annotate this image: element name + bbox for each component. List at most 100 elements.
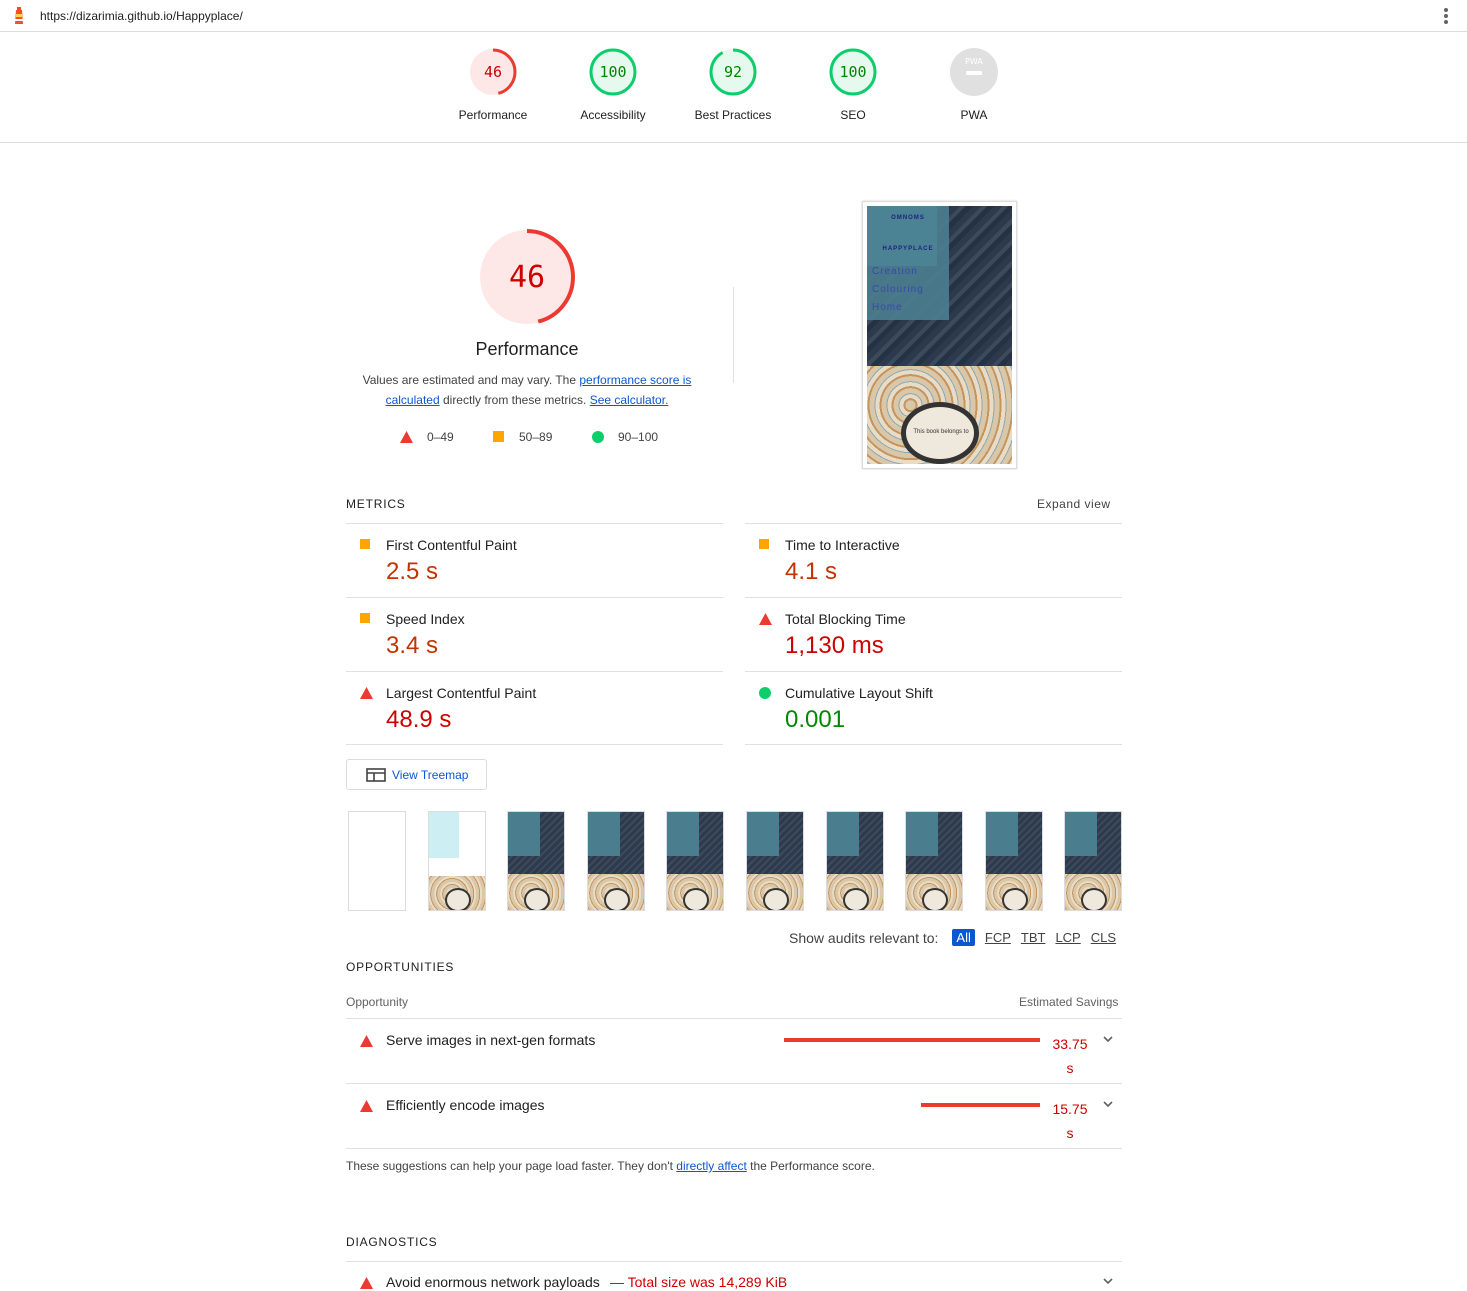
savings-value: 15.75 s <box>1052 1101 1088 1141</box>
filter-chip-cls[interactable]: CLS <box>1091 930 1116 945</box>
screenshot-nav-colouring: Colouring <box>872 284 924 295</box>
performance-score: 46 <box>509 260 545 295</box>
metric-fcp-value: 2.5 s <box>386 558 439 585</box>
diagnostic-label: Avoid enormous network payloads <box>386 1274 600 1290</box>
metric-tti-label: Time to Interactive <box>785 537 900 553</box>
metric-si-label: Speed Index <box>386 611 465 627</box>
filter-chip-lcp[interactable]: LCP <box>1055 930 1080 945</box>
gauge-accessibility-score: 100 <box>599 63 626 81</box>
opportunities-divider <box>346 1148 1122 1149</box>
performance-title: Performance <box>475 339 579 359</box>
filmstrip-frame-4[interactable] <box>587 811 645 911</box>
gauge-best-practices-label: Best Practices <box>694 108 772 122</box>
filmstrip-frame-2[interactable] <box>428 811 486 911</box>
opportunity-row[interactable]: Efficiently encode images 15.75 s <box>346 1083 1122 1148</box>
square-average-icon <box>759 539 769 549</box>
gauge-accessibility[interactable]: 100 Accessibility <box>558 47 668 122</box>
screenshot-nav-home: Home <box>872 302 903 313</box>
metric-cls: Cumulative Layout Shift 0.001 <box>745 671 1122 745</box>
triangle-fail-icon <box>759 613 772 625</box>
filmstrip-frame-10[interactable] <box>1064 811 1122 911</box>
gauge-accessibility-ring: 100 <box>589 48 637 96</box>
opportunities-title: OPPORTUNITIES <box>346 960 455 974</box>
diagnostic-row[interactable]: Avoid enormous network payloads — Total … <box>346 1261 1122 1291</box>
gauge-seo-ring: 100 <box>829 48 877 96</box>
filter-chip-tbt[interactable]: TBT <box>1021 930 1046 945</box>
more-options-icon[interactable] <box>1443 8 1449 24</box>
screenshot-nav-omnoms: OMNOMS <box>891 215 925 221</box>
savings-value: 33.75 s <box>1052 1036 1088 1076</box>
desc-mid: directly from these metrics. <box>439 393 590 407</box>
directly-affect-link[interactable]: directly affect <box>676 1159 746 1173</box>
filmstrip-frame-3[interactable] <box>507 811 565 911</box>
triangle-fail-icon <box>360 1100 373 1112</box>
legend-average-label: 50–89 <box>519 430 553 444</box>
opportunity-label: Efficiently encode images <box>386 1097 545 1113</box>
legend-pass: 90–100 <box>592 430 658 444</box>
summary-divider <box>733 287 734 383</box>
filmstrip-frame-5[interactable] <box>666 811 724 911</box>
pwa-badge-icon: PWA <box>950 48 998 96</box>
desc-prefix: Values are estimated and may vary. The <box>362 373 580 387</box>
metric-tbt: Total Blocking Time 1,130 ms <box>745 597 1122 671</box>
gauge-best-practices[interactable]: 92 Best Practices <box>678 47 788 122</box>
metric-tbt-label: Total Blocking Time <box>785 611 906 627</box>
filmstrip-frame-6[interactable] <box>746 811 804 911</box>
see-calculator-link[interactable]: See calculator. <box>590 393 669 407</box>
gauge-performance-label: Performance <box>458 108 528 122</box>
performance-description: Values are estimated and may vary. The p… <box>346 370 708 410</box>
pwa-badge-text: PWA <box>965 57 983 66</box>
filter-chip-all[interactable]: All <box>952 929 975 946</box>
metrics-divider <box>745 744 1122 745</box>
gauge-best-practices-score: 92 <box>724 63 742 81</box>
gauge-performance[interactable]: 46 Performance <box>438 47 548 122</box>
metrics-title: METRICS <box>346 497 406 511</box>
filter-chip-fcp[interactable]: FCP <box>985 930 1011 945</box>
filmstrip-frame-8[interactable] <box>905 811 963 911</box>
expand-view-toggle[interactable]: Expand view <box>1037 497 1111 511</box>
chevron-down-icon[interactable] <box>1102 1035 1114 1043</box>
savings-column-header: Estimated Savings <box>1019 995 1119 1009</box>
triangle-fail-icon <box>360 687 373 699</box>
chevron-down-icon[interactable] <box>1102 1277 1114 1285</box>
audit-filter: Show audits relevant to: All FCP TBT LCP… <box>789 929 1116 946</box>
gauge-seo-label: SEO <box>840 108 866 122</box>
final-screenshot[interactable]: OMNOMS HAPPYPLACE Creation Colouring Hom… <box>862 201 1017 469</box>
gauge-performance-score: 46 <box>484 63 502 81</box>
filmstrip-frame-9[interactable] <box>985 811 1043 911</box>
legend-average: 50–89 <box>493 430 552 444</box>
filmstrip-frame-7[interactable] <box>826 811 884 911</box>
view-treemap-label: View Treemap <box>392 767 469 782</box>
legend-pass-label: 90–100 <box>618 430 659 444</box>
metrics-divider <box>346 744 723 745</box>
filmstrip-frame-1[interactable] <box>348 811 406 911</box>
page-url: https://dizarimia.github.io/Happyplace/ <box>40 9 243 23</box>
metric-fcp: First Contentful Paint 2.5 s <box>346 523 723 597</box>
score-header: 46 Performance 100 Accessibility 92 Best… <box>0 32 1467 143</box>
square-average-icon <box>360 613 370 623</box>
square-average-icon <box>360 539 370 549</box>
chevron-down-icon[interactable] <box>1102 1100 1114 1108</box>
metric-tbt-value: 1,130 ms <box>785 632 884 659</box>
legend-fail: 0–49 <box>400 430 454 444</box>
gauge-seo[interactable]: 100 SEO <box>798 47 908 122</box>
gauge-pwa-label: PWA <box>960 108 988 122</box>
metric-cls-value: 0.001 <box>785 706 846 733</box>
opportunity-row[interactable]: Serve images in next-gen formats 33.75 s <box>346 1018 1122 1083</box>
lighthouse-logo-icon <box>15 7 23 24</box>
triangle-fail-icon <box>400 431 413 443</box>
metric-cls-label: Cumulative Layout Shift <box>785 685 933 701</box>
metric-lcp-label: Largest Contentful Paint <box>386 685 537 701</box>
circle-pass-icon <box>592 431 604 443</box>
performance-score-gauge: 46 <box>479 229 575 325</box>
screenshot-nav-happyplace: HAPPYPLACE <box>882 246 934 252</box>
metric-lcp-value: 48.9 s <box>386 706 452 733</box>
diagnostics-title: DIAGNOSTICS <box>346 1235 438 1249</box>
triangle-fail-icon <box>360 1035 373 1047</box>
gauge-pwa[interactable]: PWA PWA <box>919 47 1029 122</box>
gauge-performance-ring: 46 <box>469 48 517 96</box>
view-treemap-button[interactable]: View Treemap <box>346 759 487 790</box>
final-screenshot-image: OMNOMS HAPPYPLACE Creation Colouring Hom… <box>867 206 1012 464</box>
url-bar: https://dizarimia.github.io/Happyplace/ <box>0 0 1467 32</box>
gauge-seo-score: 100 <box>839 63 866 81</box>
